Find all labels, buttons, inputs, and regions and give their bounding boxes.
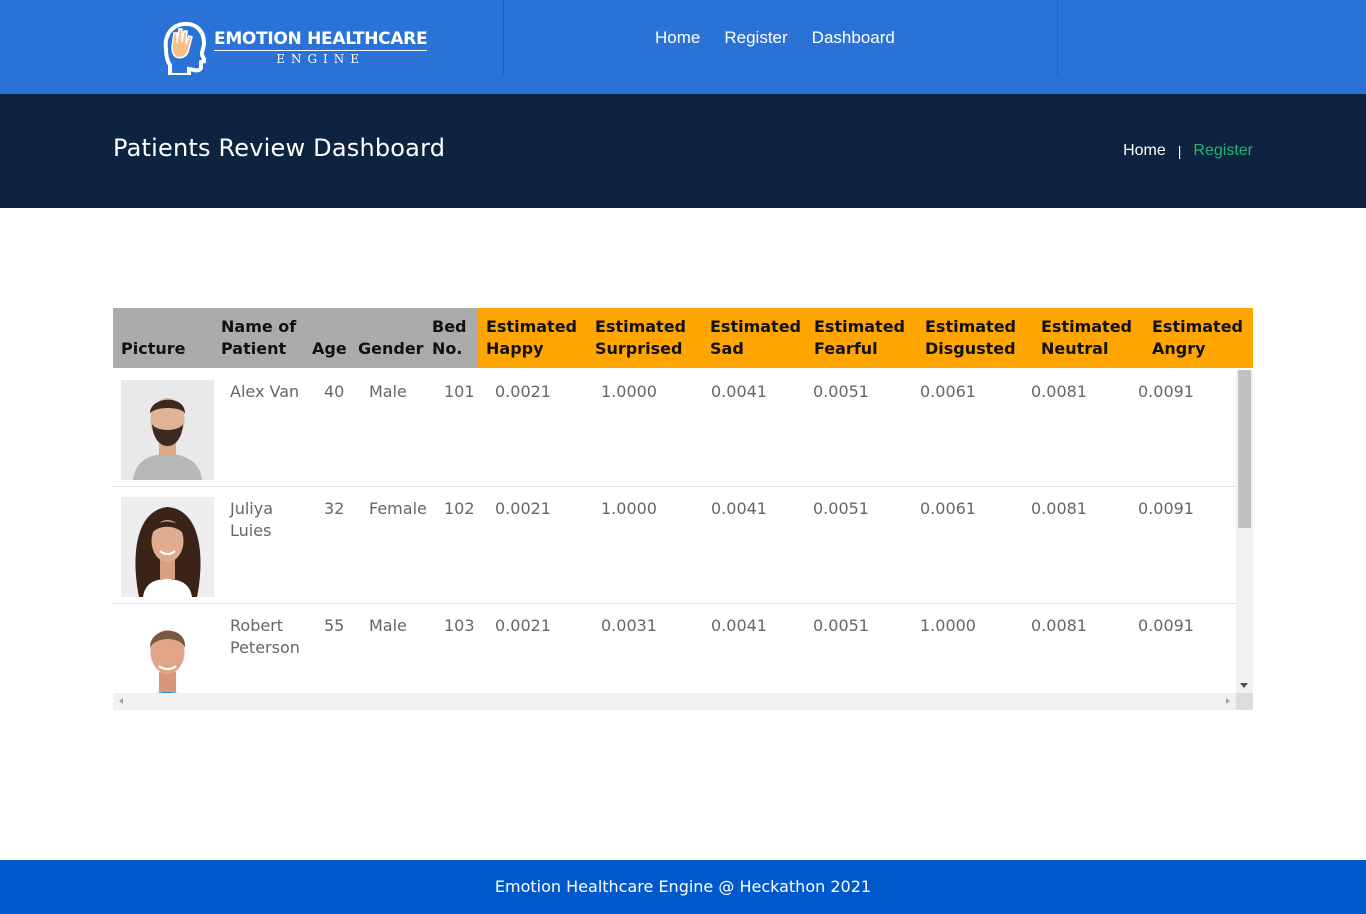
patient-bed: 101: [444, 382, 475, 401]
estimated-fearful: 0.0051: [813, 616, 869, 635]
brand-logo[interactable]: EMOTION HEALTHCARE ENGINE: [158, 18, 428, 76]
scroll-down-arrow-icon[interactable]: [1240, 683, 1248, 688]
navbar-divider: [503, 0, 504, 76]
estimated-angry: 0.0091: [1138, 382, 1194, 401]
patients-table: Picture Name of Patient Age Gender Bed No.…: [113, 308, 1253, 710]
header-bed: Bed No.: [432, 317, 467, 358]
breadcrumb-home[interactable]: Home: [1123, 142, 1166, 160]
estimated-disgusted: 0.0061: [920, 382, 976, 401]
header-gender: Gender: [358, 339, 424, 358]
estimated-surprised: 1.0000: [601, 382, 657, 401]
estimated-happy: 0.0021: [495, 616, 551, 635]
header-disgusted: Estimated Disgusted: [925, 317, 1017, 358]
patient-photo: [121, 380, 214, 480]
patient-gender: Male: [369, 616, 407, 635]
nav-home[interactable]: Home: [655, 27, 700, 49]
header-neutral: Estimated Neutral: [1041, 317, 1133, 358]
table-body[interactable]: Alex Van 40 Male 101 0.0021 1.0000 0.004…: [113, 370, 1236, 693]
header-sad: Estimated Sad: [710, 317, 802, 358]
estimated-neutral: 0.0081: [1031, 499, 1087, 518]
estimated-happy: 0.0021: [495, 382, 551, 401]
page-title: Patients Review Dashboard: [113, 134, 446, 162]
header-surprised: Estimated Surprised: [595, 317, 687, 358]
estimated-disgusted: 0.0061: [920, 499, 976, 518]
estimated-happy: 0.0021: [495, 499, 551, 518]
estimated-neutral: 0.0081: [1031, 382, 1087, 401]
patient-bed: 103: [444, 616, 475, 635]
navbar-divider: [1057, 0, 1058, 76]
estimated-fearful: 0.0051: [813, 382, 869, 401]
breadcrumb-current[interactable]: Register: [1193, 142, 1253, 160]
brand-subtitle: ENGINE: [276, 51, 366, 66]
top-navbar: EMOTION HEALTHCARE ENGINE Home Register …: [0, 0, 1366, 94]
scroll-left-arrow-icon[interactable]: [119, 698, 123, 704]
page-banner: Patients Review Dashboard Home | Registe…: [0, 94, 1366, 208]
table-row: Alex Van 40 Male 101 0.0021 1.0000 0.004…: [113, 370, 1236, 487]
patient-bed: 102: [444, 499, 475, 518]
horizontal-scrollbar[interactable]: [113, 693, 1236, 710]
table-row: Juliya Luies 32 Female 102 0.0021 1.0000 …: [113, 487, 1236, 604]
footer-text: Emotion Healthcare Engine @ Heckathon 20…: [494, 877, 872, 896]
scrollbar-corner: [1236, 693, 1253, 710]
brand-title: EMOTION HEALTHCARE: [214, 28, 428, 51]
patient-name: Juliya Luies: [230, 499, 274, 540]
nav-dashboard[interactable]: Dashboard: [812, 27, 895, 49]
header-age: Age: [312, 339, 347, 358]
table-row: Robert Peterson 55 Male 103 0.0021 0.0031…: [113, 604, 1236, 693]
vertical-scrollbar[interactable]: [1236, 370, 1253, 693]
patient-photo: [121, 497, 214, 597]
page-footer: Emotion Healthcare Engine @ Heckathon 20…: [0, 860, 1366, 914]
patient-name: Robert Peterson: [230, 616, 300, 657]
patient-age: 40: [324, 382, 345, 401]
header-name: Name of Patient: [221, 317, 297, 358]
patient-gender: Male: [369, 382, 407, 401]
header-fearful: Estimated Fearful: [814, 317, 906, 358]
header-happy: Estimated Happy: [486, 317, 578, 358]
estimated-angry: 0.0091: [1138, 499, 1194, 518]
estimated-fearful: 0.0051: [813, 499, 869, 518]
estimated-sad: 0.0041: [711, 499, 767, 518]
patient-age: 32: [324, 499, 345, 518]
table-header: Picture Name of Patient Age Gender Bed No.…: [113, 308, 1253, 368]
breadcrumb: Home | Register: [1123, 142, 1253, 160]
estimated-sad: 0.0041: [711, 616, 767, 635]
patient-photo: [121, 614, 214, 693]
estimated-surprised: 1.0000: [601, 499, 657, 518]
patient-age: 55: [324, 616, 345, 635]
header-angry: Estimated Angry: [1152, 317, 1244, 358]
nav-register[interactable]: Register: [724, 27, 787, 49]
scroll-right-arrow-icon[interactable]: [1226, 698, 1230, 704]
estimated-neutral: 0.0081: [1031, 616, 1087, 635]
estimated-angry: 0.0091: [1138, 616, 1194, 635]
breadcrumb-separator: |: [1177, 143, 1182, 159]
estimated-disgusted: 1.0000: [920, 616, 976, 635]
head-with-hand-icon: [158, 19, 206, 75]
estimated-surprised: 0.0031: [601, 616, 657, 635]
patient-gender: Female: [369, 499, 427, 518]
main-nav: Home Register Dashboard: [655, 27, 919, 49]
header-picture: Picture: [121, 339, 186, 358]
patient-name: Alex Van: [230, 382, 300, 401]
estimated-sad: 0.0041: [711, 382, 767, 401]
scrollbar-thumb[interactable]: [1238, 370, 1251, 528]
